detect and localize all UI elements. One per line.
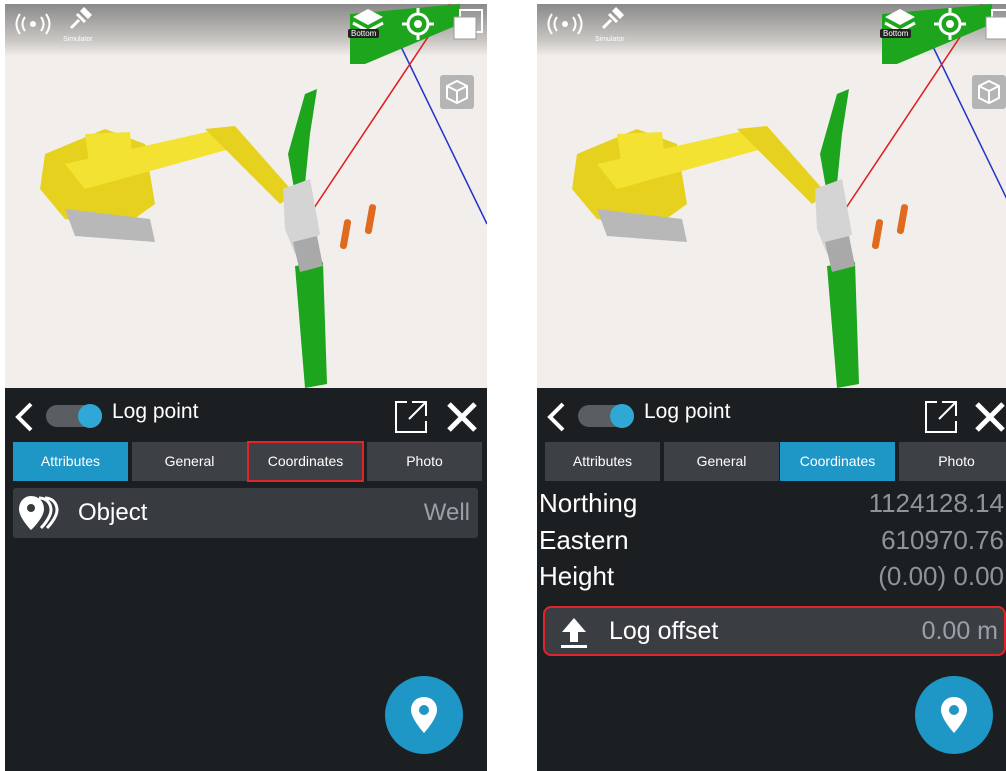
pin-icon: [78, 404, 102, 428]
log-point-fab[interactable]: [915, 676, 993, 754]
left-phone-screen: Simulator Bottom Log point Attributes Ge…: [5, 4, 487, 771]
close-icon[interactable]: [973, 400, 1006, 434]
close-icon[interactable]: [445, 400, 479, 434]
object-label: Object: [78, 499, 148, 526]
log-point-fab[interactable]: [385, 676, 463, 754]
multi-pin-icon: [19, 496, 59, 530]
log-offset-label: Log offset: [609, 617, 719, 645]
open-external-icon[interactable]: [393, 399, 429, 435]
tab-general[interactable]: General: [132, 442, 247, 481]
eastern-label: Eastern: [539, 525, 629, 555]
northing-value: 1124128.14: [868, 488, 1004, 518]
arrow-up-icon: [561, 618, 587, 648]
page-title: Log point: [644, 400, 731, 423]
locate-icon[interactable]: [934, 8, 966, 40]
pin-toggle[interactable]: [46, 404, 102, 428]
view-bottom-label: Bottom: [348, 29, 380, 38]
panel-header: Log point: [5, 388, 487, 438]
log-point-panel: Log point Attributes General Coordinates…: [537, 388, 1006, 771]
windows-icon[interactable]: [452, 8, 484, 42]
satellite-icon[interactable]: [599, 6, 625, 32]
tab-photo[interactable]: Photo: [899, 442, 1006, 481]
simulator-label: Simulator: [595, 36, 625, 43]
object-value: Well: [423, 499, 470, 526]
log-point-panel: Log point Attributes General Coordinates…: [5, 388, 487, 771]
panel-header: Log point: [537, 388, 1006, 438]
northing-row: Northing 1124128.14: [539, 486, 1004, 520]
open-external-icon[interactable]: [923, 399, 959, 435]
pin-toggle[interactable]: [578, 404, 634, 428]
pin-icon: [610, 404, 634, 428]
tab-photo[interactable]: Photo: [367, 442, 482, 481]
pin-icon: [411, 697, 437, 733]
satellite-icon[interactable]: [67, 6, 93, 32]
3d-viewport[interactable]: Simulator Bottom: [537, 4, 1006, 388]
object-row[interactable]: Object Well: [13, 488, 478, 538]
machine-scene: [572, 4, 1006, 388]
height-label: Height: [539, 561, 615, 591]
simulator-label: Simulator: [63, 36, 93, 43]
log-offset-row[interactable]: Log offset 0.00 m: [543, 606, 1006, 656]
tab-coordinates[interactable]: Coordinates: [247, 441, 364, 482]
cube-icon[interactable]: [439, 74, 475, 110]
eastern-row: Eastern 610970.76: [539, 523, 1004, 557]
log-offset-value: 0.00 m: [921, 617, 998, 645]
tab-attributes[interactable]: Attributes: [545, 442, 660, 481]
back-icon[interactable]: [545, 402, 567, 432]
eastern-value: 610970.76: [881, 525, 1004, 555]
height-row: Height (0.00) 0.00: [539, 559, 1004, 593]
height-value: (0.00) 0.00: [878, 561, 1004, 591]
tab-general[interactable]: General: [664, 442, 779, 481]
right-phone-screen: Simulator Bottom Log point Attributes Ge…: [537, 4, 1006, 771]
tab-coordinates[interactable]: Coordinates: [780, 442, 895, 481]
windows-icon[interactable]: [984, 8, 1006, 42]
signal-icon[interactable]: [545, 12, 585, 36]
pin-icon: [941, 697, 967, 733]
locate-icon[interactable]: [402, 8, 434, 40]
cube-icon[interactable]: [971, 74, 1006, 110]
northing-label: Northing: [539, 488, 638, 518]
page-title: Log point: [112, 400, 199, 423]
back-icon[interactable]: [13, 402, 35, 432]
3d-viewport[interactable]: Simulator Bottom: [5, 4, 487, 388]
machine-scene: [40, 4, 487, 388]
tab-attributes[interactable]: Attributes: [13, 442, 128, 481]
signal-icon[interactable]: [13, 12, 53, 36]
view-bottom-label: Bottom: [880, 29, 912, 38]
